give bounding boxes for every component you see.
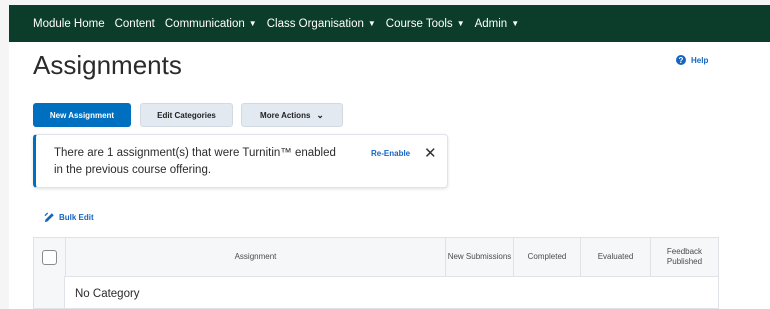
- nav-item-content[interactable]: Content: [115, 18, 155, 30]
- chevron-down-icon: ⌄: [316, 109, 324, 120]
- edit-categories-button[interactable]: Edit Categories: [140, 103, 233, 127]
- nav-item-admin[interactable]: Admin ▼: [475, 18, 520, 30]
- category-row: No Category: [34, 276, 718, 308]
- column-header-completed[interactable]: Completed: [513, 238, 580, 276]
- alert-message: There are 1 assignment(s) that were Turn…: [54, 147, 336, 176]
- nav-item-label: Admin: [474, 17, 508, 30]
- new-assignment-button[interactable]: New Assignment: [33, 103, 131, 127]
- bulk-edit-label: Bulk Edit: [59, 213, 94, 222]
- pencil-icon: [44, 212, 54, 223]
- turnitin-alert: There are 1 assignment(s) that were Turn…: [33, 134, 448, 188]
- chevron-down-icon: ▼: [367, 19, 376, 28]
- column-header-feedback-published[interactable]: Feedback Published: [650, 238, 718, 276]
- chevron-down-icon: ▼: [248, 19, 257, 28]
- nav-item-module-home[interactable]: Module Home: [33, 18, 105, 30]
- help-link[interactable]: ? Help: [676, 55, 708, 65]
- table-header: Assignment New Submissions Completed Eva…: [34, 238, 718, 277]
- page: Module Home Content Communication ▼ Class…: [9, 5, 770, 309]
- category-gutter: [34, 276, 65, 308]
- nav-item-course-tools[interactable]: Course Tools ▼: [386, 18, 465, 30]
- assignments-table: Assignment New Submissions Completed Eva…: [33, 237, 719, 309]
- nav-item-label: Content: [114, 17, 155, 30]
- category-label: No Category: [75, 288, 140, 300]
- more-actions-label: More Actions: [260, 110, 311, 120]
- top-navbar: Module Home Content Communication ▼ Class…: [9, 5, 770, 42]
- help-label: Help: [691, 55, 709, 65]
- nav-item-label: Class Organisation: [266, 17, 364, 30]
- edit-categories-label: Edit Categories: [157, 110, 216, 120]
- select-all-checkbox[interactable]: [42, 249, 57, 265]
- bulk-edit-button[interactable]: Bulk Edit: [44, 212, 94, 223]
- column-header-evaluated[interactable]: Evaluated: [580, 238, 650, 276]
- close-icon[interactable]: ✕: [424, 144, 437, 162]
- select-all-cell: [34, 238, 65, 276]
- nav-item-class-organisation[interactable]: Class Organisation ▼: [267, 18, 376, 30]
- more-actions-button[interactable]: More Actions ⌄: [241, 103, 343, 127]
- nav-item-label: Course Tools: [385, 17, 453, 30]
- chevron-down-icon: ▼: [456, 19, 465, 28]
- nav-item-communication[interactable]: Communication ▼: [165, 18, 257, 30]
- page-title: Assignments: [33, 50, 182, 80]
- column-header-assignment[interactable]: Assignment: [65, 238, 445, 276]
- re-enable-link[interactable]: Re-Enable: [371, 149, 410, 158]
- column-header-new-submissions[interactable]: New Submissions: [445, 238, 513, 276]
- nav-item-label: Module Home: [33, 17, 105, 30]
- chevron-down-icon: ▼: [511, 19, 520, 28]
- nav-item-label: Communication: [164, 17, 245, 30]
- help-circle-icon: ?: [676, 55, 686, 65]
- new-assignment-label: New Assignment: [49, 110, 115, 120]
